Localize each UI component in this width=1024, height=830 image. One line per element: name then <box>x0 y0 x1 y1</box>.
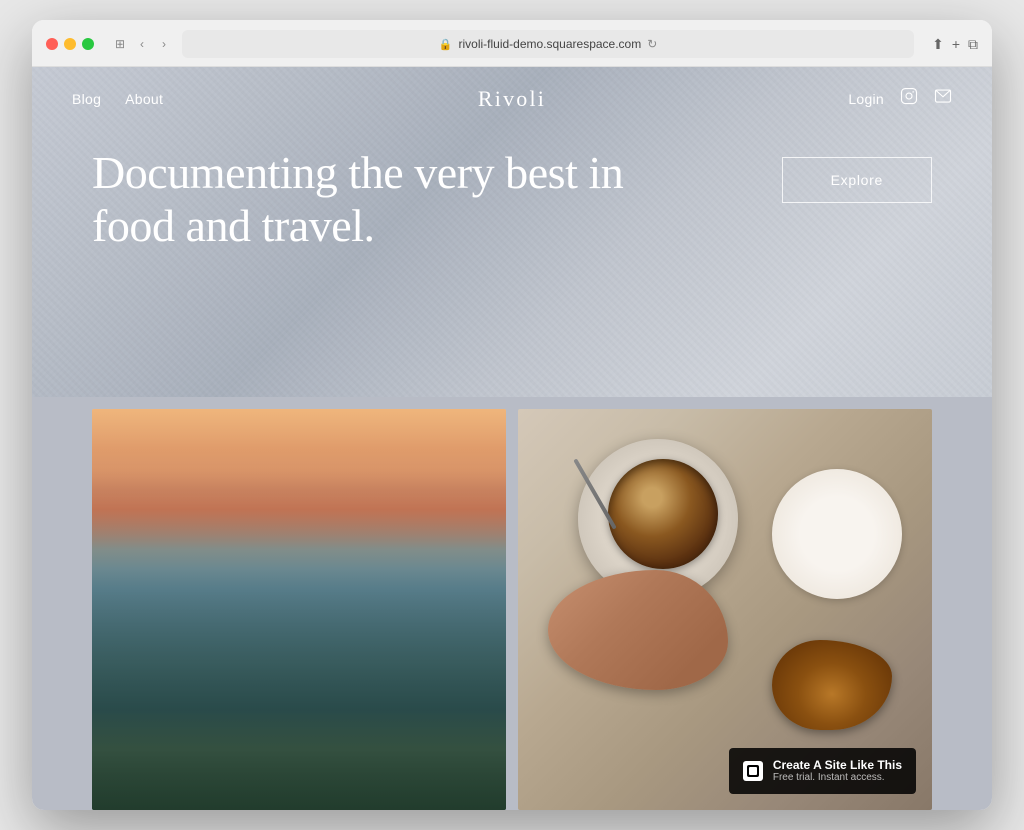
back-icon[interactable]: ‹ <box>134 36 150 52</box>
share-icon[interactable]: ⬆ <box>932 36 944 53</box>
maximize-button[interactable] <box>82 38 94 50</box>
images-section: Create A Site Like This Free trial. Inst… <box>32 397 992 810</box>
sidebar-toggle-icon[interactable]: ⊞ <box>112 36 128 52</box>
squarespace-badge[interactable]: Create A Site Like This Free trial. Inst… <box>729 748 916 794</box>
browser-controls: ⊞ ‹ › <box>112 36 172 52</box>
url-text: rivoli-fluid-demo.squarespace.com <box>458 37 641 51</box>
nav-about-link[interactable]: About <box>125 91 163 107</box>
white-plate <box>772 469 902 599</box>
tabs-icon[interactable]: ⧉ <box>968 36 978 53</box>
coffee-image[interactable]: Create A Site Like This Free trial. Inst… <box>518 409 932 810</box>
email-icon[interactable] <box>934 87 952 110</box>
close-button[interactable] <box>46 38 58 50</box>
hero-text-area: Documenting the very best in food and tr… <box>92 147 782 253</box>
badge-text: Create A Site Like This Free trial. Inst… <box>773 758 902 784</box>
hand <box>548 570 728 690</box>
lock-icon: 🔒 <box>439 38 453 51</box>
minimize-button[interactable] <box>64 38 76 50</box>
nav-center: Rivoli <box>478 86 546 112</box>
forward-icon[interactable]: › <box>156 36 172 52</box>
new-tab-icon[interactable]: + <box>952 36 960 52</box>
traffic-lights <box>46 38 94 50</box>
refresh-icon[interactable]: ↻ <box>647 37 657 51</box>
browser-window: ⊞ ‹ › 🔒 rivoli-fluid-demo.squarespace.co… <box>32 20 992 810</box>
squarespace-logo-inner <box>747 765 759 777</box>
website-content: Blog About Rivoli Login <box>32 67 992 810</box>
browser-actions: ⬆ + ⧉ <box>932 36 978 53</box>
badge-title: Create A Site Like This <box>773 758 902 772</box>
nav-blog-link[interactable]: Blog <box>72 91 101 107</box>
nav-login-link[interactable]: Login <box>848 91 884 107</box>
explore-button[interactable]: Explore <box>782 157 932 203</box>
site-navigation: Blog About Rivoli Login <box>32 67 992 130</box>
explore-btn-area: Explore <box>782 147 932 203</box>
site-title[interactable]: Rivoli <box>478 86 546 111</box>
hero-headline: Documenting the very best in food and tr… <box>92 147 652 253</box>
badge-subtitle: Free trial. Instant access. <box>773 772 902 784</box>
instagram-icon[interactable] <box>900 87 918 110</box>
croissant <box>772 640 892 730</box>
coffee-cup <box>608 459 718 569</box>
nav-left: Blog About <box>72 91 163 107</box>
squarespace-logo <box>743 761 763 781</box>
address-bar[interactable]: 🔒 rivoli-fluid-demo.squarespace.com ↻ <box>182 30 914 58</box>
coastal-image[interactable] <box>92 409 506 810</box>
browser-chrome: ⊞ ‹ › 🔒 rivoli-fluid-demo.squarespace.co… <box>32 20 992 67</box>
nav-right: Login <box>848 87 952 110</box>
